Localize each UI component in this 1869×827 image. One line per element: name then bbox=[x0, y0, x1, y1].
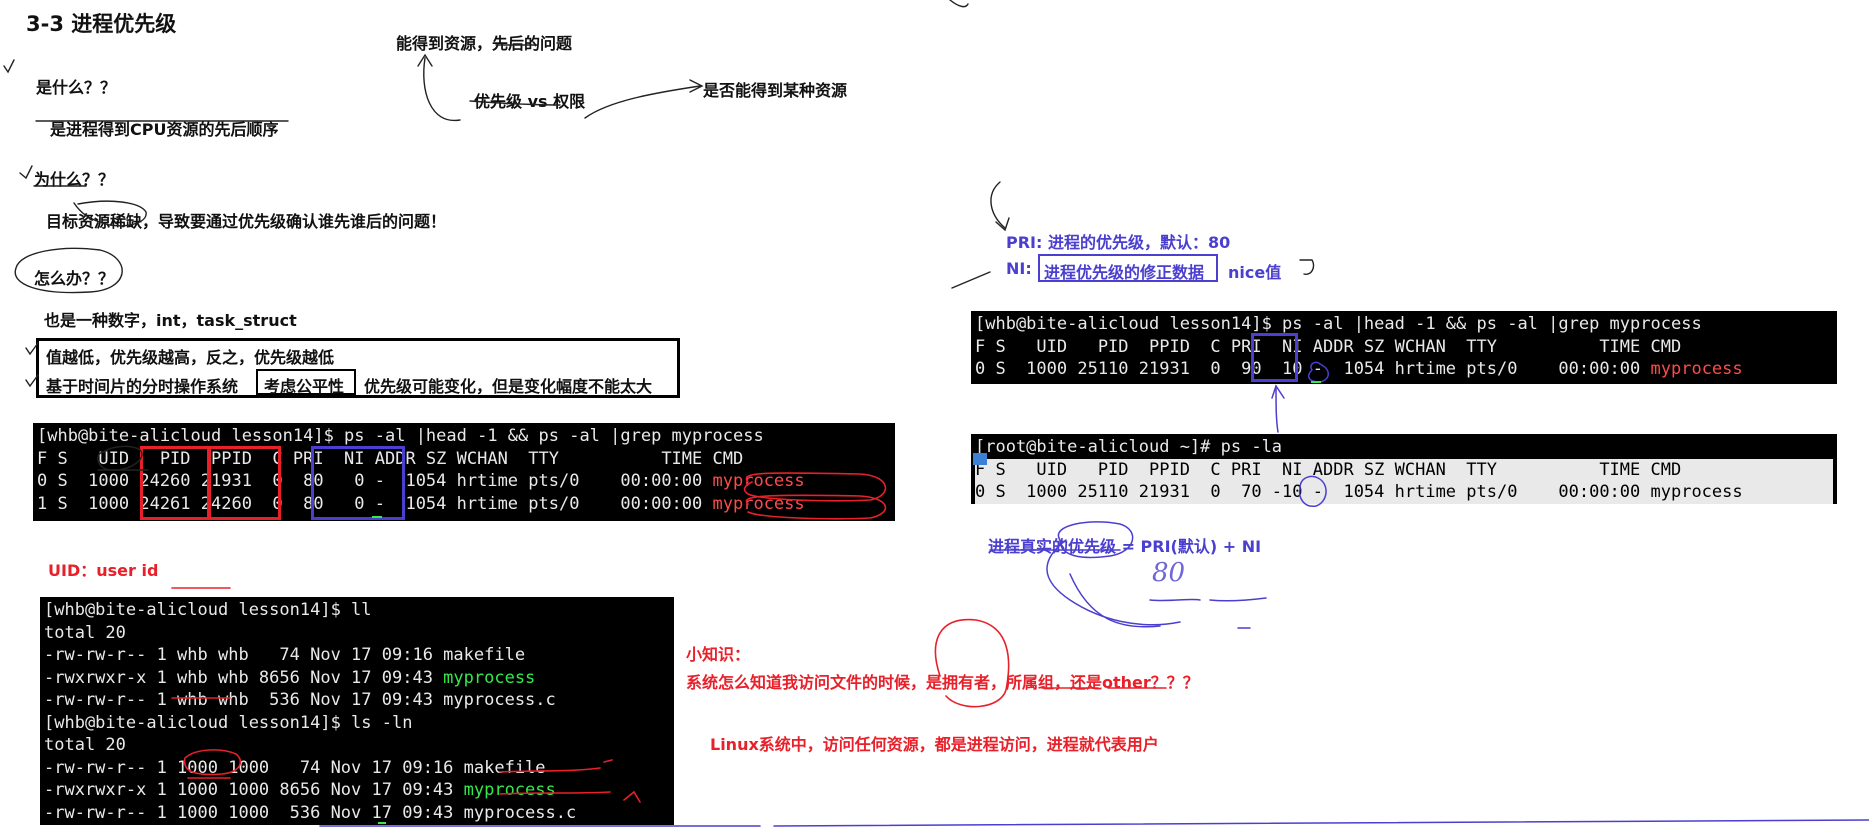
terminal-total: total 20 bbox=[44, 622, 126, 643]
file-name: myprocess.c bbox=[463, 802, 577, 823]
pri-highlight-box bbox=[1251, 333, 1298, 382]
terminal-header: F S UID PID PPID C PRI NI ADDR SZ WCHAN … bbox=[975, 458, 1833, 481]
answer-what: 是进程得到CPU资源的先后顺序 bbox=[50, 120, 279, 139]
handwritten-80: 80 bbox=[1152, 558, 1186, 588]
note-priority-vs-permission: 优先级 vs 权限 bbox=[474, 92, 586, 111]
ni-definition: 进程优先级的修正数据 bbox=[1044, 263, 1205, 282]
answer-why: 目标资源稀缺，导致要通过优先级确认谁先谁后的问题！ bbox=[46, 212, 447, 231]
file-row: -rw-rw-r-- 1 whb whb 536 Nov 17 09:43 my… bbox=[44, 690, 556, 710]
rule-change-limit: 优先级可能变化，但是变化幅度不能太大 bbox=[364, 377, 653, 396]
tips-question: 系统怎么知道我访问文件的时候，是拥有者，所属组，还是other？？？ bbox=[686, 673, 1199, 692]
terminal-line: [root@bite-alicloud ~]# ps -la bbox=[975, 437, 1283, 457]
pid-highlight-box bbox=[140, 446, 210, 520]
note-can-get-resource: 是否能得到某种资源 bbox=[703, 81, 848, 100]
uid-label: UID：user id bbox=[48, 561, 159, 580]
page-title: 3-3 进程优先级 bbox=[26, 12, 177, 36]
terminal-header: F S UID PID PPID C PRI NI ADDR SZ WCHAN … bbox=[975, 336, 1682, 357]
file-row: -rwxrwxr-x 1 1000 1000 8656 Nov 17 09:43… bbox=[44, 780, 556, 800]
ni-label: NI: bbox=[1006, 259, 1032, 278]
file-name: myprocess bbox=[463, 780, 556, 800]
rule-timeshare-a: 基于时间片的分时操作系统 bbox=[46, 377, 239, 396]
file-name: makefile bbox=[443, 645, 526, 665]
ni-nice: nice值 bbox=[1228, 263, 1282, 282]
rule-lower-value: 值越低，优先级越高，反之，优先级越低 bbox=[46, 348, 335, 367]
tips-title: 小知识： bbox=[686, 645, 751, 664]
terminal-prompt: [whb@bite-alicloud lesson14]$ ll bbox=[44, 600, 372, 620]
terminal-ps-right-2: [root@bite-alicloud ~]# ps -la F S UID P… bbox=[971, 434, 1837, 504]
process-row: 0 S 1000 25110 21931 0 90 10 - 1054 hrti… bbox=[975, 359, 1743, 379]
process-cmd: myprocess bbox=[712, 471, 805, 491]
note-resource-order: 能得到资源，先后的问题 bbox=[396, 34, 573, 53]
file-name: myprocess.c bbox=[443, 690, 556, 710]
answer-how: 也是一种数字，int，task_struct bbox=[44, 311, 297, 330]
ppid-highlight-box bbox=[208, 446, 281, 520]
file-name: myprocess bbox=[443, 667, 536, 688]
terminal-line: [whb@bite-alicloud lesson14]$ ps -al |he… bbox=[975, 314, 1702, 334]
formula: 进程真实的优先级 = PRI(默认) + NI bbox=[988, 537, 1262, 556]
pri-definition: PRI: 进程的优先级，默认：80 bbox=[1006, 233, 1231, 252]
pri-ni-highlight-box bbox=[311, 446, 405, 520]
question-what: 是什么？？ bbox=[36, 78, 117, 97]
terminal-ps-right-1: [whb@bite-alicloud lesson14]$ ps -al |he… bbox=[971, 311, 1837, 384]
terminal-ll: [whb@bite-alicloud lesson14]$ ll total 2… bbox=[40, 597, 674, 825]
file-name: makefile bbox=[463, 757, 546, 778]
question-why: 为什么？？ bbox=[34, 170, 115, 189]
file-row: -rw-rw-r-- 1 1000 1000 74 Nov 17 09:16 m… bbox=[44, 757, 546, 778]
rule-fairness: 考虑公平性 bbox=[264, 377, 345, 396]
file-row: -rw-rw-r-- 1 whb whb 74 Nov 17 09:16 mak… bbox=[44, 645, 526, 665]
selection-marker-icon bbox=[973, 453, 987, 465]
process-cmd: myprocess bbox=[712, 493, 805, 514]
file-row: -rwxrwxr-x 1 whb whb 8656 Nov 17 09:43 m… bbox=[44, 667, 536, 688]
file-row: -rw-rw-r-- 1 1000 1000 536 Nov 17 09:43 … bbox=[44, 802, 577, 823]
terminal-line: [whb@bite-alicloud lesson14]$ ps -al |he… bbox=[37, 426, 764, 446]
terminal-prompt: [whb@bite-alicloud lesson14]$ ls -ln bbox=[44, 712, 413, 733]
question-how: 怎么办？？ bbox=[34, 269, 115, 288]
process-row: 0 S 1000 25110 21931 0 70 -10 - 1054 hrt… bbox=[975, 481, 1833, 504]
tips-linux: Linux系统中，访问任何资源，都是进程访问，进程就代表用户 bbox=[710, 735, 1159, 754]
terminal-total: total 20 bbox=[44, 735, 126, 755]
process-cmd: myprocess bbox=[1650, 359, 1743, 379]
